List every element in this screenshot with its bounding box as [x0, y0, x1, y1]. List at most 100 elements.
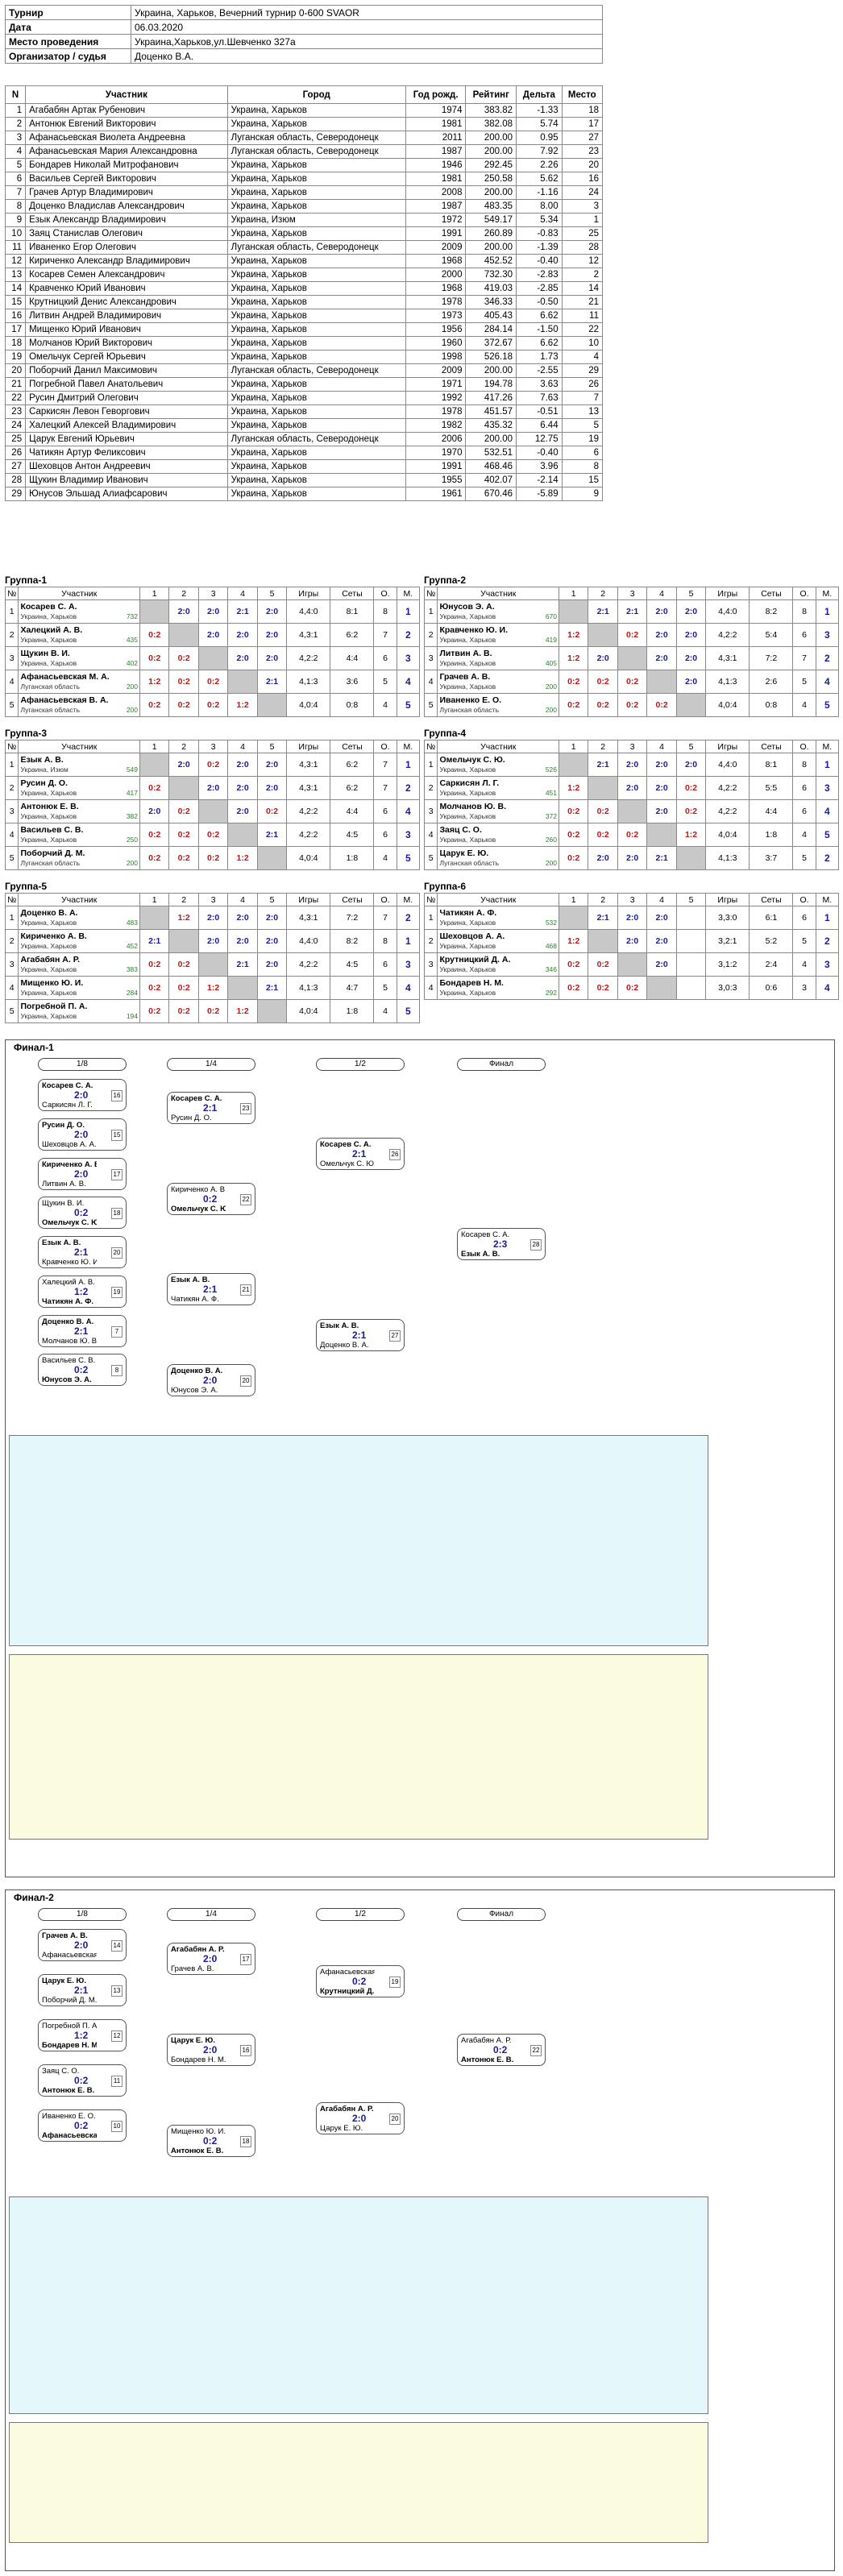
table-cell: 200.00 — [465, 185, 517, 200]
match-score-cell: 0:2 — [558, 799, 589, 823]
participant-rating: 292 — [545, 989, 557, 997]
participant-rating: 549 — [126, 765, 138, 774]
final-bracket: Финал-2 1/8 1/4 1/2 Финал Грачев А. В. 2:0 Афан… — [5, 1889, 835, 2571]
match-score-cell: 0:2 — [139, 846, 170, 870]
match-score-cell: 2:0 — [227, 646, 258, 670]
group-column-header: Участник — [437, 740, 559, 753]
participant-name: Щукин В. И. — [20, 649, 70, 658]
match-score-cell — [646, 823, 677, 847]
table-cell: 8 — [4, 199, 27, 214]
table-cell: 2009 — [405, 240, 467, 255]
group-row-number: 4 — [4, 976, 19, 1000]
group-row-number: 4 — [4, 670, 19, 694]
table-cell: Афанасьевская Виолета Андреевна — [25, 131, 228, 145]
column-header: Город — [226, 85, 406, 104]
place-cell: 1 — [396, 753, 421, 777]
place-cell: 1 — [815, 599, 840, 624]
table-cell: 468.46 — [465, 459, 517, 474]
table-cell: 2008 — [405, 185, 467, 200]
match-player-2: Поборчий Д. М. — [42, 1996, 97, 2005]
games-cell: 3,3:0 — [705, 906, 750, 930]
group-row: 2 Шеховцов А. А. Украина, Харьков 468 1:2 2:0… — [423, 929, 840, 953]
table-cell: -2.83 — [516, 268, 563, 282]
match-score-cell — [227, 976, 258, 1000]
group-title: Группа-4 — [424, 728, 467, 739]
match-score: 2:1 — [203, 1284, 218, 1296]
group-column-header: О. — [792, 740, 816, 753]
match-number: 19 — [389, 1977, 401, 1988]
match-number: 14 — [111, 1940, 123, 1952]
table-cell: Украина, Харьков — [226, 418, 406, 433]
table-row: 2 Антонюк Евгений Викторович Украина, Харь… — [4, 117, 604, 131]
table-cell: 27 — [4, 459, 27, 474]
group-row-number: 3 — [423, 646, 438, 670]
points-cell: 6 — [792, 906, 816, 930]
participant-name: Царук Е. Ю. — [439, 848, 489, 858]
group-column-header: 4 — [227, 740, 258, 753]
match-score-cell: 0:2 — [558, 823, 589, 847]
match-score-cell: 2:0 — [675, 670, 707, 694]
sets-cell: 1:8 — [330, 999, 375, 1023]
table-cell: 402.07 — [465, 473, 517, 487]
table-cell: Луганская область, Северодонецк — [226, 240, 406, 255]
participant-name: Литвин А. В. — [439, 649, 492, 658]
group-title: Группа-2 — [424, 575, 467, 586]
match-score-cell — [646, 670, 677, 694]
match-number: 16 — [111, 1090, 123, 1101]
match-score-cell: 0:2 — [139, 646, 170, 670]
table-cell: Украина, Харьков — [226, 295, 406, 309]
match-player-1: Царук Е. Ю. — [171, 2036, 215, 2045]
group-table: Группа-5 № Участник 1 2 3 4 5 Игры Сеты О. М. 1 Доцен… — [4, 880, 421, 1023]
group-column-header: 2 — [588, 893, 618, 906]
table-cell: 18 — [561, 103, 604, 118]
group-row: 4 Бондарев Н. М. Украина, Харьков 292 0:2 0:2… — [423, 976, 840, 1000]
group-row: 1 Юнусов Э. А. Украина, Харьков 670 2:1 2:1 2:… — [423, 599, 840, 624]
group-column-header: 4 — [646, 893, 677, 906]
table-cell: 383.82 — [465, 103, 517, 118]
table-row: 16 Литвин Андрей Владимирович Украина, Хар… — [4, 309, 604, 323]
games-cell: 4,3:1 — [286, 753, 331, 777]
table-cell: Молчанов Юрий Викторович — [25, 336, 228, 351]
participant-city: Украина, Харьков 383 — [20, 965, 138, 973]
table-cell: 1991 — [405, 459, 467, 474]
participant-city: Луганская область 200 — [20, 706, 138, 714]
group-column-header: 5 — [675, 893, 707, 906]
participant-rating: 670 — [545, 612, 557, 620]
table-cell: Украина, Харьков — [226, 391, 406, 405]
participant-cell: Погребной П. А. Украина, Харьков 194 — [18, 999, 140, 1023]
place-cell: 1 — [396, 599, 421, 624]
table-cell: 22 — [561, 322, 604, 337]
table-row: 9 Езык Александр Владимирович Украина, Изю… — [4, 213, 604, 227]
match-score-cell — [675, 976, 707, 1000]
table-cell: 200.00 — [465, 240, 517, 255]
points-cell: 5 — [792, 929, 816, 953]
match-score-cell — [617, 646, 648, 670]
table-cell: 28 — [561, 240, 604, 255]
group-row-number: 1 — [423, 906, 438, 930]
group-row-number: 1 — [4, 906, 19, 930]
group-row-number: 4 — [423, 670, 438, 694]
bracket-match: Езык А. В. 2:1 Чатикян А. Ф. 21 — [167, 1273, 255, 1306]
table-cell: 1 — [4, 103, 27, 118]
match-number: 20 — [389, 2113, 401, 2125]
match-score-cell: 2:0 — [675, 599, 707, 624]
match-player-2: Царук Е. Ю. — [320, 2124, 363, 2133]
group-column-header: № — [4, 587, 19, 600]
final-title: Финал-2 — [14, 1892, 54, 1903]
table-cell: 6.62 — [516, 309, 563, 323]
participant-name: Грачев А. В. — [439, 672, 491, 682]
match-score-cell: 2:0 — [646, 599, 677, 624]
group-column-header: 2 — [168, 740, 199, 753]
place-cell: 3 — [396, 646, 421, 670]
table-cell: 1981 — [405, 117, 467, 131]
group-row: 4 Васильев С. В. Украина, Харьков 250 0:2 0:2… — [4, 823, 421, 847]
table-cell: 8.00 — [516, 199, 563, 214]
match-score-cell: 2:0 — [675, 753, 707, 777]
participant-city: Украина, Харьков 200 — [439, 682, 557, 691]
place-cell: 4 — [815, 670, 840, 694]
group-row: 3 Молчанов Ю. В. Украина, Харьков 372 0:2 0:2… — [423, 799, 840, 823]
match-score-cell: 0:2 — [646, 693, 677, 717]
match-score-cell: 0:2 — [197, 823, 229, 847]
games-cell: 4,1:3 — [286, 976, 331, 1000]
match-score-cell: 0:2 — [139, 776, 170, 800]
